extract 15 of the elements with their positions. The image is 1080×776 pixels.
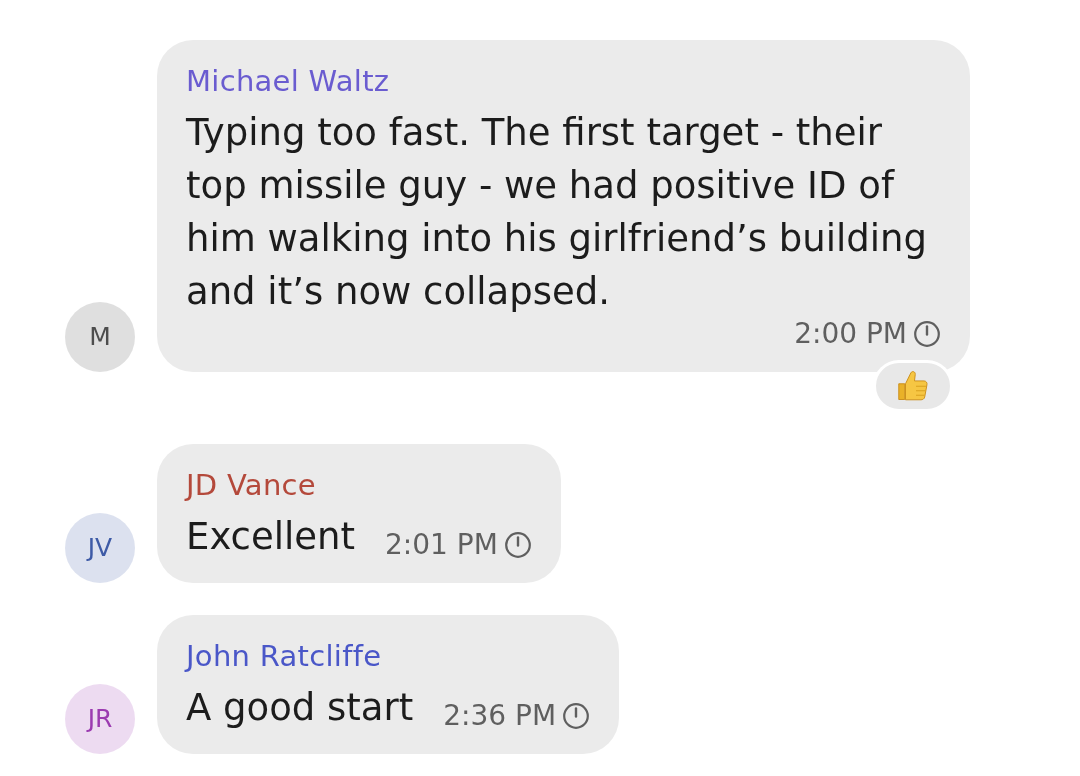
avatar: M [65, 302, 135, 372]
message-text: A good start [186, 685, 414, 731]
timestamp: 2:01 PM [385, 529, 498, 561]
avatar: JV [65, 513, 135, 583]
message-text: Typing too fast. The first target - their top missile guy - we had positive ID of him walking into his girlfriend’s building and it’s now collapsed. [186, 110, 929, 315]
message-text: Excellent [186, 514, 355, 560]
sender-name: John Ratcliffe [186, 638, 382, 674]
timestamp: 2:36 PM [443, 700, 557, 732]
clock-icon [914, 321, 940, 347]
clock-icon [504, 532, 531, 558]
timestamp: 2:00 PM [794, 318, 907, 350]
clock-icon [563, 703, 590, 729]
avatar: JR [65, 684, 135, 754]
sender-name: Michael Waltz [186, 63, 390, 99]
sender-name: JD Vance [186, 467, 316, 503]
